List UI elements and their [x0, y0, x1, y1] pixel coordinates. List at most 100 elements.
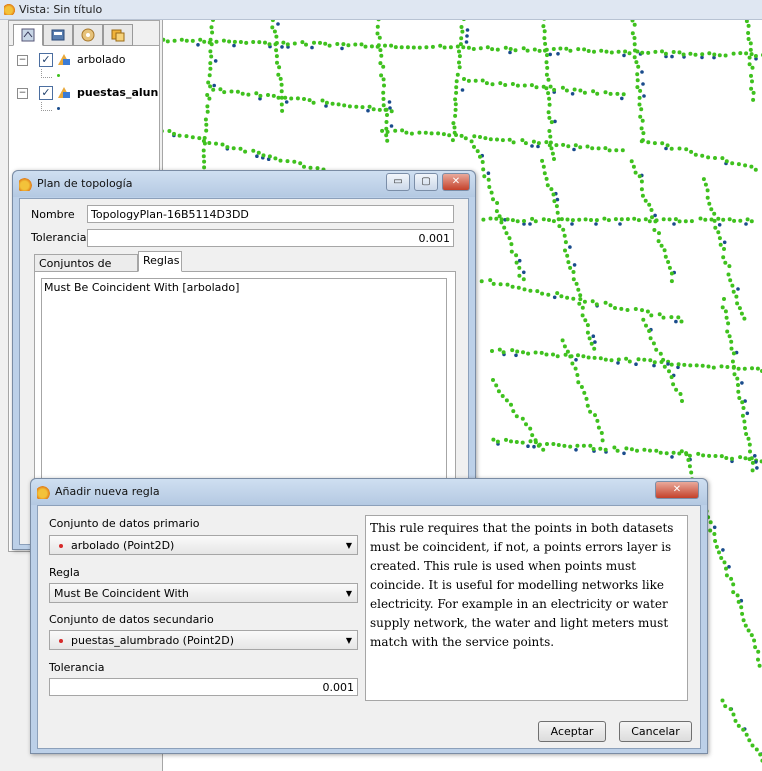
map-point: [167, 129, 172, 133]
map-point: [388, 106, 392, 110]
tab-datasets[interactable]: Conjuntos de datos: [34, 254, 138, 288]
map-point: [669, 279, 674, 284]
tab-rules[interactable]: Reglas: [138, 251, 182, 272]
map-point: [278, 158, 283, 163]
map-point: [483, 136, 488, 141]
map-point: [494, 216, 499, 221]
map-point: [366, 108, 370, 113]
map-point: [279, 102, 284, 107]
map-point: [244, 40, 249, 45]
layer-item-puestas[interactable]: − ✓ puestas_alun: [15, 84, 159, 102]
map-point: [748, 41, 753, 46]
map-point: [543, 41, 548, 46]
map-point: [585, 323, 590, 328]
map-point: [614, 148, 619, 153]
cancel-button[interactable]: Cancelar: [619, 721, 692, 742]
accept-button[interactable]: Aceptar: [538, 721, 606, 742]
map-point: [267, 154, 272, 159]
map-point: [455, 44, 460, 49]
extra-tab-icon[interactable]: [103, 24, 133, 46]
map-point: [442, 45, 447, 50]
map-point: [479, 279, 484, 284]
minimize-button[interactable]: ▭: [386, 173, 410, 191]
close-button[interactable]: ✕: [655, 481, 699, 499]
collapse-icon[interactable]: −: [17, 55, 28, 66]
map-point: [520, 416, 525, 421]
map-point: [639, 187, 644, 192]
map-point: [603, 357, 608, 362]
catalog-tab-icon[interactable]: [43, 24, 73, 46]
primary-dataset-select[interactable]: arbolado (Point2D) ▼: [49, 535, 358, 555]
maximize-button[interactable]: ▢: [414, 173, 438, 191]
map-point: [375, 44, 380, 49]
collapse-icon[interactable]: −: [17, 88, 28, 99]
map-point: [330, 101, 335, 106]
map-point: [721, 548, 725, 552]
rule-select[interactable]: Must Be Coincident With ▼: [49, 583, 358, 603]
map-point: [246, 92, 251, 97]
map-point: [485, 45, 490, 50]
list-item[interactable]: Must Be Coincident With [arbolado]: [44, 281, 239, 294]
map-point: [641, 82, 645, 86]
map-point: [575, 443, 580, 448]
map-point: [552, 87, 557, 92]
map-point: [457, 65, 462, 70]
map-point: [632, 36, 637, 40]
map-point: [342, 103, 347, 108]
layer-visibility-checkbox[interactable]: ✓: [39, 53, 53, 67]
map-point: [723, 53, 728, 58]
map-point: [381, 77, 386, 82]
map-point: [327, 43, 332, 48]
map-point: [658, 351, 663, 356]
map-point: [635, 448, 639, 453]
map-point: [208, 49, 213, 54]
map-point: [652, 141, 657, 146]
close-button[interactable]: ✕: [442, 173, 470, 191]
map-point: [586, 49, 591, 53]
map-point: [511, 409, 516, 414]
map-point: [424, 45, 429, 50]
layers-tab-icon[interactable]: [13, 24, 43, 46]
map-point: [172, 38, 177, 43]
layer-item-arbolado[interactable]: − ✓ arbolado: [15, 51, 159, 69]
layer-label: puestas_alun: [77, 86, 159, 99]
map-point: [500, 394, 505, 398]
map-point: [565, 217, 570, 222]
map-point: [525, 48, 530, 53]
map-point: [590, 299, 595, 304]
map-point: [648, 336, 653, 341]
secondary-dataset-select[interactable]: puestas_alumbrado (Point2D) ▼: [49, 630, 358, 650]
map-point: [472, 144, 476, 149]
map-point: [716, 230, 721, 235]
map-point: [565, 295, 570, 300]
tolerance-field[interactable]: 0.001: [87, 229, 454, 247]
map-point: [229, 89, 234, 94]
map-point: [554, 204, 559, 209]
map-point: [599, 48, 604, 53]
map-point: [514, 440, 519, 444]
map-point: [632, 42, 637, 47]
layer-visibility-checkbox[interactable]: ✓: [39, 86, 53, 100]
add-rule-dialog: Añadir nueva regla ✕ Conjunto de datos p…: [30, 478, 708, 754]
map-point: [417, 130, 422, 135]
map-point: [661, 357, 666, 362]
map-point: [551, 352, 555, 357]
main-title-bar: Vista: Sin título: [0, 0, 762, 20]
map-point: [478, 46, 483, 51]
map-point: [713, 454, 718, 458]
map-point: [730, 283, 735, 288]
map-point: [612, 445, 617, 450]
map-point: [636, 64, 641, 69]
map-point: [255, 154, 259, 158]
tolerance-field[interactable]: 0.001: [49, 678, 358, 696]
map-point: [375, 24, 380, 29]
map-point: [750, 468, 755, 473]
map-point: [528, 439, 533, 444]
settings-tab-icon[interactable]: [73, 24, 103, 46]
map-point: [730, 161, 735, 166]
map-point: [634, 60, 639, 65]
map-point: [741, 618, 746, 623]
name-field[interactable]: TopologyPlan-16B5114D3DD: [87, 205, 454, 223]
map-point: [716, 216, 721, 221]
map-point: [510, 284, 515, 289]
